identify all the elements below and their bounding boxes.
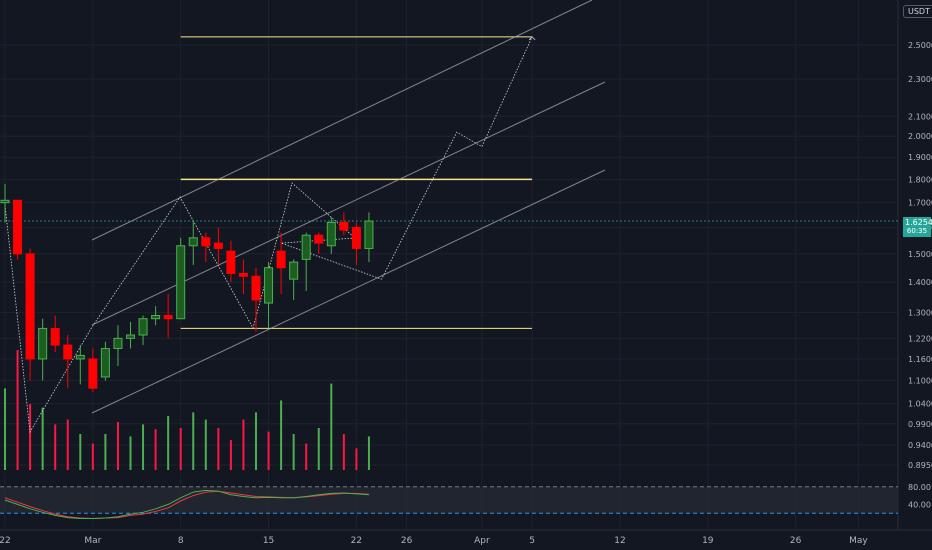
volume-bar [367, 436, 370, 470]
chart-canvas[interactable]: 80.00 40.00 2.5000 2.3000 2.1000 2.0000 1.900… [0, 0, 932, 550]
volume-bar [116, 422, 119, 470]
candle-body [238, 272, 248, 277]
volume-bar [154, 429, 157, 470]
candle-body [301, 234, 311, 260]
price-tick-label: 1.1600 [908, 355, 932, 364]
volume-bar [242, 419, 245, 470]
stoch-band [0, 486, 898, 514]
time-tick-label: 15 [263, 536, 274, 546]
volume-bar [54, 424, 57, 470]
time-tick-label: 8 [178, 536, 184, 546]
candle-body [13, 199, 23, 255]
time-tick-label: 5 [529, 536, 535, 546]
volume-bar [129, 436, 132, 470]
price-tick-label: 1.9000 [908, 153, 932, 162]
price-tick-label: 2.3000 [908, 75, 932, 84]
price-tick-label: 1.2200 [908, 334, 932, 343]
last-price-badge: 1.6254 60:35 [903, 217, 932, 237]
time-tick-label: Apr [474, 536, 490, 546]
time-tick-label: 22 [0, 536, 11, 546]
time-tick-label: 26 [401, 536, 413, 546]
candle-body [126, 334, 135, 339]
volume-bar [142, 424, 145, 470]
candle-body [351, 226, 361, 249]
volume-bar [16, 350, 19, 470]
time-tick-label: 26 [790, 536, 802, 546]
candle-body [264, 267, 274, 304]
price-tick-label: 2.1000 [908, 112, 932, 121]
stoch-label-high: 80.00 [908, 483, 931, 492]
stochastic-panel: 80.00 40.00 [0, 483, 931, 519]
volume-bar [355, 448, 358, 470]
volume-bar [204, 419, 207, 470]
volume-bar [91, 443, 94, 470]
candle-body [289, 261, 299, 280]
candle-body [276, 250, 286, 269]
price-tick-label: 1.3000 [908, 308, 932, 317]
price-tick-label: 1.5000 [908, 250, 932, 259]
chart-background [0, 0, 932, 550]
currency-label[interactable]: USDT [903, 5, 932, 18]
price-tick-label: 1.8000 [908, 175, 932, 184]
volume-bar [267, 431, 270, 470]
candle-body [138, 318, 148, 336]
volume-bar [41, 407, 44, 470]
price-tick-label: 1.1000 [908, 377, 932, 386]
price-tick-label: 2.5000 [908, 41, 932, 50]
volume-bar [292, 434, 295, 470]
candle-body [314, 234, 324, 244]
price-tick-label: 0.8950 [908, 461, 932, 470]
candle-body [251, 275, 261, 301]
candle-body [226, 250, 236, 274]
candle-body [339, 221, 349, 231]
volume-bar [192, 412, 195, 470]
candle-body [176, 245, 186, 320]
price-tick-label: 2.0000 [908, 132, 932, 141]
candle-body [50, 327, 60, 346]
candle-body [151, 315, 161, 320]
volume-bar [305, 443, 308, 470]
volume-bar [229, 440, 232, 470]
volume-bar [317, 428, 320, 470]
volume-bar [29, 404, 32, 470]
candle-body [163, 315, 173, 320]
candle-body [25, 253, 35, 360]
volume-bar [280, 400, 283, 470]
price-tick-label: 0.9400 [908, 441, 932, 450]
volume-bar [4, 388, 6, 470]
volume-bar [167, 416, 170, 470]
price-tick-label: 1.0400 [908, 400, 932, 409]
volume-bar [255, 412, 257, 470]
volume-bar [179, 428, 182, 470]
price-tick-label: 1.7000 [908, 199, 932, 208]
time-tick-label: 12 [614, 536, 625, 546]
volume-bar [342, 434, 345, 470]
candle-body [0, 199, 10, 204]
candle-body [38, 327, 48, 360]
time-tick-label: 19 [702, 536, 714, 546]
time-tick-label: May [849, 536, 868, 546]
candle-body [201, 237, 211, 247]
candle-body [88, 358, 98, 389]
price-tick-label: 0.9900 [908, 420, 932, 429]
countdown-value: 60:35 [906, 227, 928, 235]
last-price-value: 1.6254 [905, 218, 932, 227]
volume-bar [330, 383, 333, 470]
candle-body [326, 221, 336, 247]
volume-bar [66, 419, 69, 470]
candle-body [75, 354, 85, 360]
candle-body [63, 344, 73, 360]
volume-bar [217, 428, 220, 470]
candle-body [188, 237, 198, 247]
volume-bar [104, 434, 107, 470]
stoch-label-low: 40.00 [908, 500, 931, 509]
price-tick-label: 1.4000 [908, 278, 932, 287]
volume-bar [79, 434, 82, 470]
candle-body [113, 337, 123, 350]
time-tick-label: Mar [84, 536, 101, 546]
time-tick-label: 22 [351, 536, 362, 546]
candle-body [213, 242, 223, 249]
candle-body [364, 220, 374, 249]
candle-body [100, 348, 110, 378]
